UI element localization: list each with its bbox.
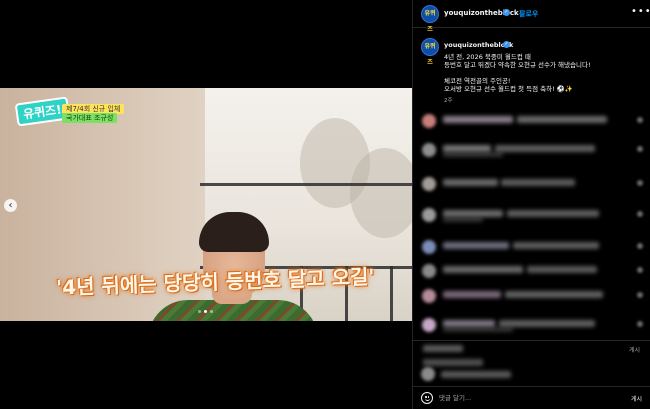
heart-icon[interactable] xyxy=(637,292,643,298)
avatar[interactable]: 유퀴즈 xyxy=(421,5,439,33)
blurred-comment-text xyxy=(441,371,511,378)
list-item xyxy=(413,206,650,226)
actions-bar: 게시 xyxy=(413,340,650,386)
list-item xyxy=(413,141,650,161)
blurred-action-row xyxy=(423,345,463,352)
caption-line: 등번호 달고 뛰겠다 약속한 오현규 선수가 해냈습니다! xyxy=(444,61,591,69)
blurred-comment-text xyxy=(527,266,597,273)
caption-avatar[interactable]: 유퀴즈 xyxy=(421,38,439,66)
post-sidebar: 유퀴즈 youquizontheblock ✓ • 팔로우 ••• 유퀴즈 yo… xyxy=(412,0,650,409)
blurred-comment-text xyxy=(443,327,513,332)
avatar[interactable] xyxy=(422,289,436,303)
heart-icon[interactable] xyxy=(637,117,643,123)
background-tree xyxy=(350,148,412,238)
blurred-comment-text xyxy=(443,242,509,249)
heart-icon[interactable] xyxy=(637,321,643,327)
blurred-comment-text xyxy=(443,152,503,157)
follow-button[interactable]: 팔로우 xyxy=(519,9,538,19)
avatar[interactable] xyxy=(422,318,436,332)
blurred-comment-text xyxy=(505,291,603,298)
avatar[interactable] xyxy=(422,240,436,254)
blurred-comment-text xyxy=(443,210,503,217)
carousel-dot[interactable] xyxy=(210,310,213,313)
blurred-comment-text xyxy=(443,266,523,273)
heart-icon[interactable] xyxy=(637,146,643,152)
more-options-icon[interactable]: ••• xyxy=(631,6,650,17)
post-time: 2주 xyxy=(444,98,453,104)
verified-badge-icon: ✓ xyxy=(503,9,510,16)
instagram-post-viewer: 유퀴즈! 제7/4회 신규 입체 국가대표 조규성 '4년 뒤에는 당당히 등번… xyxy=(0,0,650,409)
caption-line: 오서방 오현규 선수 월드컵 첫 득점 축하! ⚽✨ xyxy=(444,85,573,93)
blurred-comment-text xyxy=(443,179,498,186)
header-separator: • xyxy=(513,8,518,16)
heart-icon[interactable] xyxy=(637,211,643,217)
window-post xyxy=(390,266,393,321)
blurred-comment-text xyxy=(513,242,599,249)
carousel-dot-active[interactable] xyxy=(204,310,207,313)
list-item xyxy=(413,112,650,132)
blurred-comment-text xyxy=(501,179,575,186)
blurred-comment-text xyxy=(443,320,495,327)
comment-bar: 게시 xyxy=(413,386,650,409)
post-comment-button[interactable]: 게시 xyxy=(631,394,642,403)
blurred-comment-text xyxy=(507,210,599,217)
guest-tag: 국가대표 조규성 xyxy=(62,113,118,123)
blurred-comment-text xyxy=(443,145,491,152)
carousel-dot[interactable] xyxy=(198,310,201,313)
avatar[interactable] xyxy=(422,177,436,191)
blurred-comment-text xyxy=(499,320,595,327)
list-item xyxy=(413,175,650,195)
list-item xyxy=(413,316,650,336)
comment-input[interactable] xyxy=(439,392,609,404)
post-header: 유퀴즈 youquizontheblock ✓ • 팔로우 ••• xyxy=(413,0,650,33)
list-item xyxy=(413,262,650,282)
list-item xyxy=(413,287,650,307)
blurred-comment-text xyxy=(495,145,595,152)
carousel-prev-icon[interactable]: ‹ xyxy=(4,199,17,212)
window-rail xyxy=(200,183,412,186)
blurred-comment-text xyxy=(443,116,513,123)
heart-icon[interactable] xyxy=(637,180,643,186)
avatar[interactable] xyxy=(422,143,436,157)
emoji-icon[interactable] xyxy=(421,392,433,404)
blurred-action-row xyxy=(423,359,483,366)
media-panel: 유퀴즈! 제7/4회 신규 입체 국가대표 조규성 '4년 뒤에는 당당히 등번… xyxy=(0,0,412,409)
verified-badge-icon: ✓ xyxy=(503,41,510,48)
blurred-comment-text xyxy=(443,291,501,298)
avatar[interactable] xyxy=(421,367,435,381)
heart-icon[interactable] xyxy=(637,267,643,273)
blurred-comment-text xyxy=(517,116,607,123)
heart-icon[interactable] xyxy=(637,243,643,249)
avatar[interactable] xyxy=(422,114,436,128)
post-label[interactable]: 게시 xyxy=(629,345,640,354)
avatar[interactable] xyxy=(422,208,436,222)
blurred-comment-text xyxy=(443,217,483,222)
list-item xyxy=(413,238,650,258)
avatar[interactable] xyxy=(422,264,436,278)
carousel-dots xyxy=(198,310,213,313)
